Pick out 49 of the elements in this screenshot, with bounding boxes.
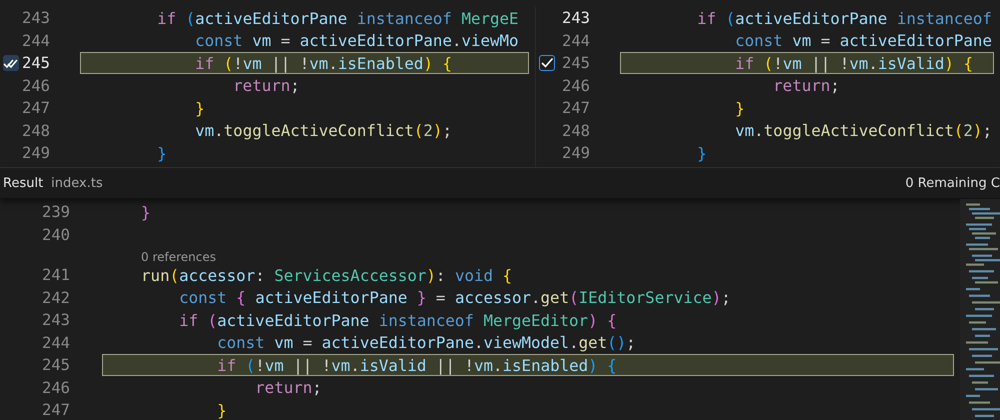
code-line: vm.toggleActiveConflict(2); [194,120,453,142]
result-title: Result [3,176,44,190]
code-line: return; [232,75,301,97]
code-line: if (activeEditorPane instanceof MergeE [156,8,520,30]
line-number: 246 [561,76,590,95]
minimap-drawing[interactable] [960,199,1000,420]
line-number: 245 [561,54,590,72]
double-check-icon[interactable] [3,55,19,72]
code-line: return; [254,377,323,399]
code-line: return; [772,75,841,97]
references-codelens[interactable]: 0 references [0,246,960,264]
line-number: 249 [561,144,590,162]
line-number: 244 [22,32,50,50]
line-number: 241 [41,266,70,284]
code-line: } [696,142,708,164]
line-number: 243 [22,9,50,28]
line-number: 243 [41,311,70,330]
remaining-conflicts-text: 0 Remaining C [905,176,1000,190]
code-line: run(accessor: ServicesAccessor): void { [140,264,514,286]
code-line: } [156,142,168,164]
line-number: 246 [22,76,50,95]
code-line: const { activeEditorPane } = accessor.get(IEditorService); [178,287,732,309]
line-number: 247 [41,401,70,420]
line-number: 245 [22,54,50,72]
file-name: index.ts [51,176,104,190]
line-number: 248 [22,122,50,140]
line-number: 242 [41,288,70,307]
line-number: 247 [22,99,50,118]
code-line: if (activeEditorPane instanceof MergeEditor) { [178,310,618,332]
line-number: 247 [561,99,590,118]
line-number: 246 [41,378,70,397]
line-number: 245 [41,356,70,374]
line-number: 240 [41,226,70,244]
code-line: const vm = activeEditorPane [734,30,993,52]
line-number: 248 [561,122,590,140]
line-number: 239 [41,203,70,222]
code-line: const vm = activeEditorPane.viewMo [194,30,520,52]
line-number: 244 [561,32,590,50]
code-line: } [734,98,746,120]
line-number: 249 [22,144,50,162]
code-line: } [216,400,228,420]
code-line: } [194,98,206,120]
checkbox[interactable] [539,55,555,72]
line-number: 243 [561,9,590,28]
code-line: } [140,202,152,224]
line-number: 244 [41,334,70,352]
code-line: const vm = activeEditorPane.viewModel.get(); [216,332,637,354]
code-line: if (activeEditorPane instanceof [696,8,993,30]
code-line: vm.toggleActiveConflict(2); [734,120,993,142]
